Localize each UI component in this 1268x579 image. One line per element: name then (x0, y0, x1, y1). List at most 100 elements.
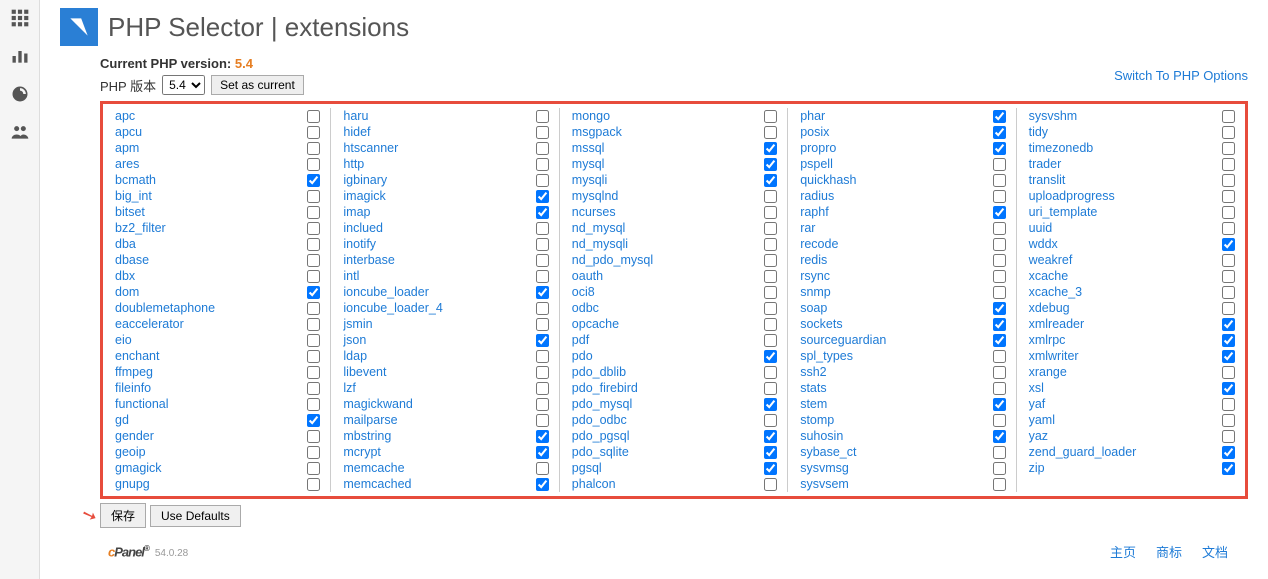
ext-link[interactable]: mongo (572, 109, 610, 123)
ext-checkbox[interactable] (536, 446, 549, 459)
ext-checkbox[interactable] (307, 110, 320, 123)
ext-link[interactable]: yaz (1029, 429, 1048, 443)
ext-link[interactable]: phalcon (572, 477, 616, 491)
ext-checkbox[interactable] (536, 430, 549, 443)
ext-link[interactable]: mcrypt (343, 445, 381, 459)
ext-link[interactable]: ares (115, 157, 139, 171)
ext-link[interactable]: xcache_3 (1029, 285, 1083, 299)
ext-link[interactable]: pgsql (572, 461, 602, 475)
ext-checkbox[interactable] (307, 318, 320, 331)
dashboard-icon[interactable] (10, 84, 30, 104)
ext-checkbox[interactable] (764, 270, 777, 283)
ext-link[interactable]: sourceguardian (800, 333, 886, 347)
ext-checkbox[interactable] (993, 366, 1006, 379)
ext-link[interactable]: apcu (115, 125, 142, 139)
ext-checkbox[interactable] (993, 398, 1006, 411)
ext-link[interactable]: dbx (115, 269, 135, 283)
ext-link[interactable]: raphf (800, 205, 829, 219)
ext-checkbox[interactable] (764, 366, 777, 379)
ext-checkbox[interactable] (536, 270, 549, 283)
ext-link[interactable]: phar (800, 109, 825, 123)
ext-link[interactable]: spl_types (800, 349, 853, 363)
ext-checkbox[interactable] (1222, 286, 1235, 299)
ext-checkbox[interactable] (536, 158, 549, 171)
ext-checkbox[interactable] (307, 382, 320, 395)
ext-link[interactable]: xdebug (1029, 301, 1070, 315)
ext-link[interactable]: snmp (800, 285, 831, 299)
ext-checkbox[interactable] (536, 190, 549, 203)
ext-checkbox[interactable] (993, 174, 1006, 187)
ext-link[interactable]: igbinary (343, 173, 387, 187)
ext-link[interactable]: imagick (343, 189, 385, 203)
ext-link[interactable]: translit (1029, 173, 1066, 187)
ext-link[interactable]: trader (1029, 157, 1062, 171)
ext-checkbox[interactable] (307, 142, 320, 155)
ext-checkbox[interactable] (993, 110, 1006, 123)
ext-link[interactable]: eio (115, 333, 132, 347)
ext-checkbox[interactable] (1222, 462, 1235, 475)
ext-link[interactable]: mbstring (343, 429, 391, 443)
ext-checkbox[interactable] (536, 382, 549, 395)
ext-checkbox[interactable] (536, 238, 549, 251)
ext-checkbox[interactable] (536, 142, 549, 155)
ext-checkbox[interactable] (1222, 334, 1235, 347)
ext-checkbox[interactable] (764, 222, 777, 235)
ext-link[interactable]: sysvsem (800, 477, 849, 491)
ext-checkbox[interactable] (993, 430, 1006, 443)
ext-checkbox[interactable] (1222, 206, 1235, 219)
ext-checkbox[interactable] (1222, 302, 1235, 315)
ext-link[interactable]: pdo (572, 349, 593, 363)
ext-checkbox[interactable] (307, 446, 320, 459)
ext-link[interactable]: pdo_dblib (572, 365, 626, 379)
ext-checkbox[interactable] (764, 238, 777, 251)
ext-checkbox[interactable] (307, 302, 320, 315)
ext-link[interactable]: pdo_mysql (572, 397, 632, 411)
ext-checkbox[interactable] (993, 222, 1006, 235)
ext-link[interactable]: ncurses (572, 205, 616, 219)
ext-checkbox[interactable] (993, 206, 1006, 219)
ext-checkbox[interactable] (307, 398, 320, 411)
ext-checkbox[interactable] (307, 270, 320, 283)
ext-checkbox[interactable] (764, 462, 777, 475)
ext-link[interactable]: enchant (115, 349, 159, 363)
ext-link[interactable]: fileinfo (115, 381, 151, 395)
footer-link-docs[interactable]: 文档 (1202, 542, 1228, 561)
ext-link[interactable]: yaf (1029, 397, 1046, 411)
ext-checkbox[interactable] (764, 126, 777, 139)
ext-checkbox[interactable] (764, 158, 777, 171)
ext-link[interactable]: stem (800, 397, 827, 411)
ext-checkbox[interactable] (536, 174, 549, 187)
ext-link[interactable]: uuid (1029, 221, 1053, 235)
footer-link-trademark[interactable]: 商标 (1156, 542, 1182, 561)
ext-link[interactable]: functional (115, 397, 169, 411)
ext-checkbox[interactable] (993, 158, 1006, 171)
switch-to-options-link[interactable]: Switch To PHP Options (1114, 68, 1248, 83)
ext-checkbox[interactable] (993, 126, 1006, 139)
ext-link[interactable]: nd_mysql (572, 221, 626, 235)
ext-checkbox[interactable] (993, 334, 1006, 347)
ext-checkbox[interactable] (993, 462, 1006, 475)
ext-checkbox[interactable] (307, 206, 320, 219)
ext-link[interactable]: ldap (343, 349, 367, 363)
ext-link[interactable]: ffmpeg (115, 365, 153, 379)
ext-link[interactable]: xmlwriter (1029, 349, 1079, 363)
ext-checkbox[interactable] (536, 414, 549, 427)
ext-link[interactable]: memcached (343, 477, 411, 491)
ext-checkbox[interactable] (1222, 222, 1235, 235)
ext-link[interactable]: recode (800, 237, 838, 251)
ext-checkbox[interactable] (993, 302, 1006, 315)
ext-link[interactable]: bcmath (115, 173, 156, 187)
ext-checkbox[interactable] (307, 190, 320, 203)
ext-link[interactable]: htscanner (343, 141, 398, 155)
ext-checkbox[interactable] (1222, 366, 1235, 379)
ext-checkbox[interactable] (1222, 398, 1235, 411)
ext-link[interactable]: soap (800, 301, 827, 315)
ext-checkbox[interactable] (1222, 430, 1235, 443)
ext-link[interactable]: oci8 (572, 285, 595, 299)
stats-icon[interactable] (10, 46, 30, 66)
ext-link[interactable]: yaml (1029, 413, 1055, 427)
ext-link[interactable]: pspell (800, 157, 833, 171)
ext-checkbox[interactable] (1222, 446, 1235, 459)
ext-checkbox[interactable] (307, 334, 320, 347)
ext-link[interactable]: tidy (1029, 125, 1048, 139)
